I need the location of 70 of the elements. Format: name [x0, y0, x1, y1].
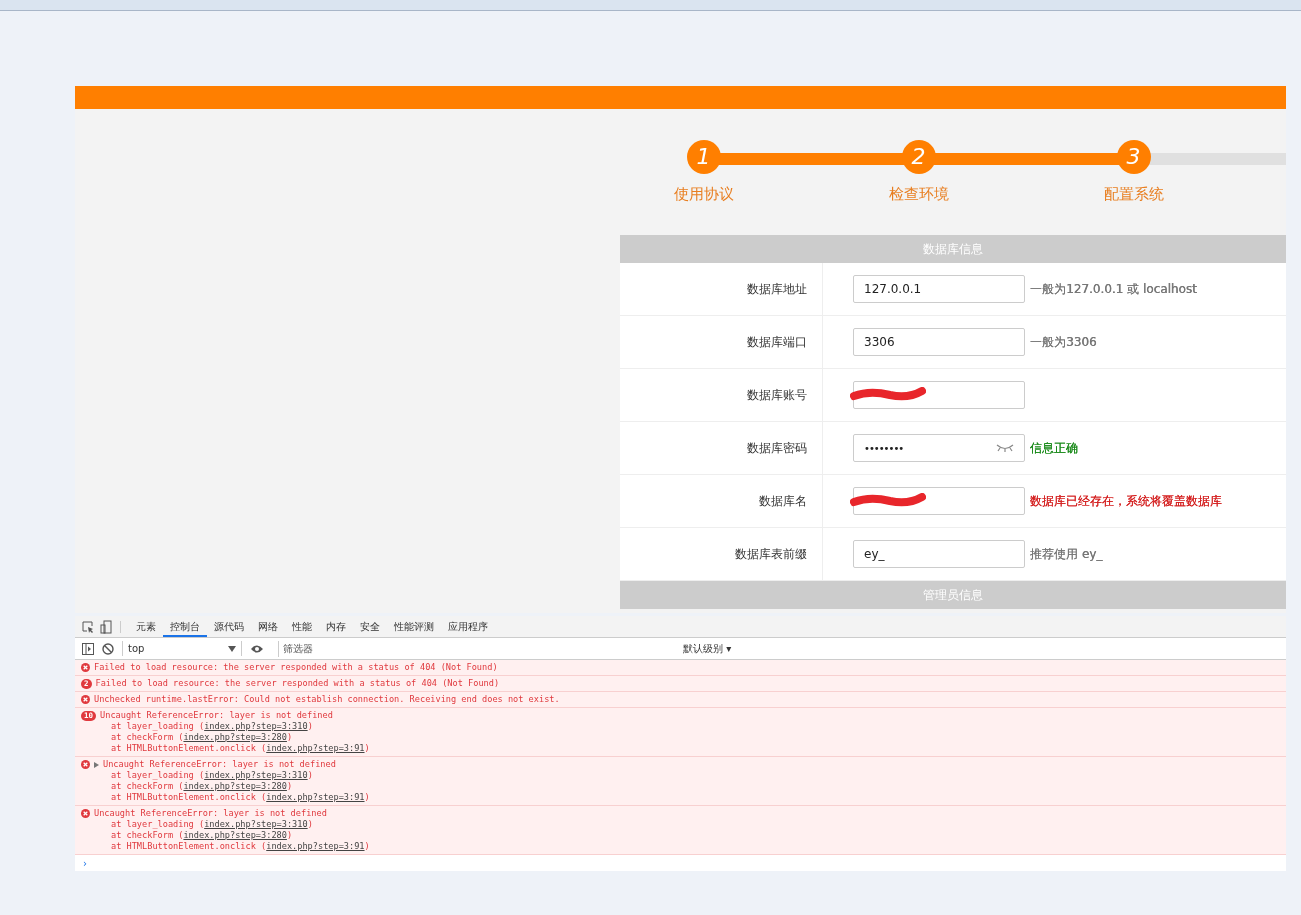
- source-link[interactable]: index.php?step=3:310: [204, 721, 308, 731]
- hint-text: 信息正确: [1030, 439, 1078, 457]
- levels-dropdown[interactable]: 默认级别 ▾: [683, 641, 732, 656]
- hint-text: 一般为3306: [1030, 333, 1097, 351]
- input-field[interactable]: 127.0.0.1: [853, 275, 1025, 303]
- devtools-tab[interactable]: 源代码: [207, 616, 251, 637]
- error-message: Uncaught ReferenceError: layer is not defined: [103, 759, 336, 770]
- error-icon: [81, 663, 90, 672]
- stack-trace-line: at HTMLButtonElement.onclick (index.php?step=3:91): [110, 792, 370, 803]
- clear-icon: [102, 642, 114, 655]
- error-icon: [81, 809, 90, 818]
- caret-icon: [228, 645, 236, 652]
- inspect-icon: [82, 620, 94, 633]
- eye-closed-icon: [996, 443, 1014, 453]
- error-message: Unchecked runtime.lastError: Could not establish connection. Receiving end does not exist.: [94, 694, 560, 705]
- context-dropdown[interactable]: top: [122, 641, 242, 656]
- error-icon: [81, 760, 90, 769]
- devtools-tab[interactable]: 网络: [251, 616, 285, 637]
- step-label: 配置系统: [1103, 185, 1164, 204]
- devtools-tab[interactable]: 应用程序: [441, 616, 495, 637]
- error-message: Failed to load resource: the server responded with a status of 404 (Not Found): [95, 678, 500, 689]
- step-label: 使用协议: [673, 185, 734, 204]
- device-icon: [100, 619, 112, 634]
- sidebar-toggle-icon: [82, 642, 94, 655]
- console-prompt[interactable]: ›: [83, 858, 87, 869]
- input-field[interactable]: ey_: [853, 540, 1025, 568]
- error-message: Uncaught ReferenceError: layer is not defined: [94, 808, 327, 819]
- input-field[interactable]: [853, 487, 1025, 515]
- devtools-tab[interactable]: 性能: [285, 616, 319, 637]
- hint-text: 一般为127.0.0.1 或 localhost: [1030, 280, 1197, 298]
- field-label: 数据库账号: [747, 386, 807, 404]
- stack-trace-line: at HTMLButtonElement.onclick (index.php?step=3:91): [110, 743, 370, 754]
- eye-icon: [250, 643, 264, 654]
- step-circle: 2: [901, 140, 936, 174]
- step-label: 检查环境: [888, 185, 949, 204]
- stack-trace-line: at layer_loading (index.php?step=3:310): [110, 819, 313, 830]
- stack-trace-line: at checkForm (index.php?step=3:280): [110, 732, 293, 743]
- field-label: 数据库名: [759, 492, 807, 510]
- devtools-tab[interactable]: 控制台: [163, 616, 207, 637]
- source-link[interactable]: index.php?step=3:91: [266, 743, 365, 753]
- source-link[interactable]: index.php?step=3:280: [183, 732, 287, 742]
- devtools-tab[interactable]: 内存: [319, 616, 353, 637]
- stack-trace-line: at layer_loading (index.php?step=3:310): [110, 770, 313, 781]
- stack-trace-line: at checkForm (index.php?step=3:280): [110, 781, 293, 792]
- step-circle: 1: [686, 140, 721, 174]
- input-field[interactable]: 3306: [853, 328, 1025, 356]
- hint-text: 数据库已经存在，系统将覆盖数据库: [1030, 492, 1222, 510]
- field-label: 数据库地址: [747, 280, 807, 298]
- source-link[interactable]: index.php?step=3:91: [266, 841, 365, 851]
- devtools-tab[interactable]: 元素: [129, 616, 163, 637]
- field-label: 数据库密码: [747, 439, 807, 457]
- stack-trace-line: at layer_loading (index.php?step=3:310): [110, 721, 313, 732]
- source-link[interactable]: index.php?step=3:280: [183, 830, 287, 840]
- field-label: 数据库端口: [747, 333, 807, 351]
- source-link[interactable]: index.php?step=3:91: [266, 792, 365, 802]
- step-circle: 3: [1116, 140, 1151, 174]
- devtools-tab[interactable]: 性能评测: [387, 616, 441, 637]
- devtools-tab[interactable]: 安全: [353, 616, 387, 637]
- field-label: 数据库表前缀: [735, 545, 807, 563]
- error-message: Uncaught ReferenceError: layer is not defined: [100, 710, 333, 721]
- stack-trace-line: at checkForm (index.php?step=3:280): [110, 830, 293, 841]
- error-message: Failed to load resource: the server responded with a status of 404 (Not Found): [94, 662, 498, 673]
- source-link[interactable]: index.php?step=3:310: [204, 770, 308, 780]
- stack-trace-line: at HTMLButtonElement.onclick (index.php?step=3:91): [110, 841, 370, 852]
- hint-text: 推荐使用 ey_: [1030, 545, 1103, 563]
- error-icon: [81, 695, 90, 704]
- input-field[interactable]: ••••••••: [853, 434, 1025, 462]
- source-link[interactable]: index.php?step=3:280: [183, 781, 287, 791]
- input-field[interactable]: [853, 381, 1025, 409]
- source-link[interactable]: index.php?step=3:310: [204, 819, 308, 829]
